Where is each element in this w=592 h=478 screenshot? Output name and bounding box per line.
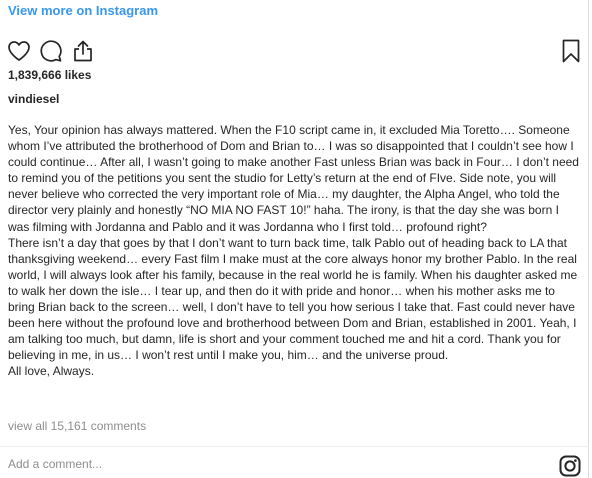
- view-more-link[interactable]: View more on Instagram: [8, 3, 158, 18]
- comment-icon[interactable]: [38, 38, 64, 64]
- caption-paragraph: There isn’t a day that goes by that I do…: [8, 235, 578, 363]
- instagram-icon[interactable]: [559, 455, 581, 477]
- caption-paragraph: All love, Always.: [8, 364, 95, 379]
- action-bar: [6, 38, 584, 64]
- post-author[interactable]: vindiesel: [8, 92, 59, 106]
- caption-paragraph: Yes, Your opinion has always mattered. W…: [8, 123, 579, 234]
- add-comment-input[interactable]: [8, 455, 528, 473]
- divider: [0, 446, 589, 447]
- post-caption: Yes, Your opinion has always mattered. W…: [8, 122, 582, 380]
- view-all-comments-link[interactable]: view all 15,161 comments: [8, 419, 146, 433]
- instagram-embed: View more on Instagram 1,839,666 likes v…: [0, 0, 589, 478]
- bookmark-icon[interactable]: [558, 38, 584, 64]
- share-icon[interactable]: [70, 38, 96, 64]
- likes-count[interactable]: 1,839,666 likes: [8, 68, 91, 82]
- heart-icon[interactable]: [6, 38, 32, 64]
